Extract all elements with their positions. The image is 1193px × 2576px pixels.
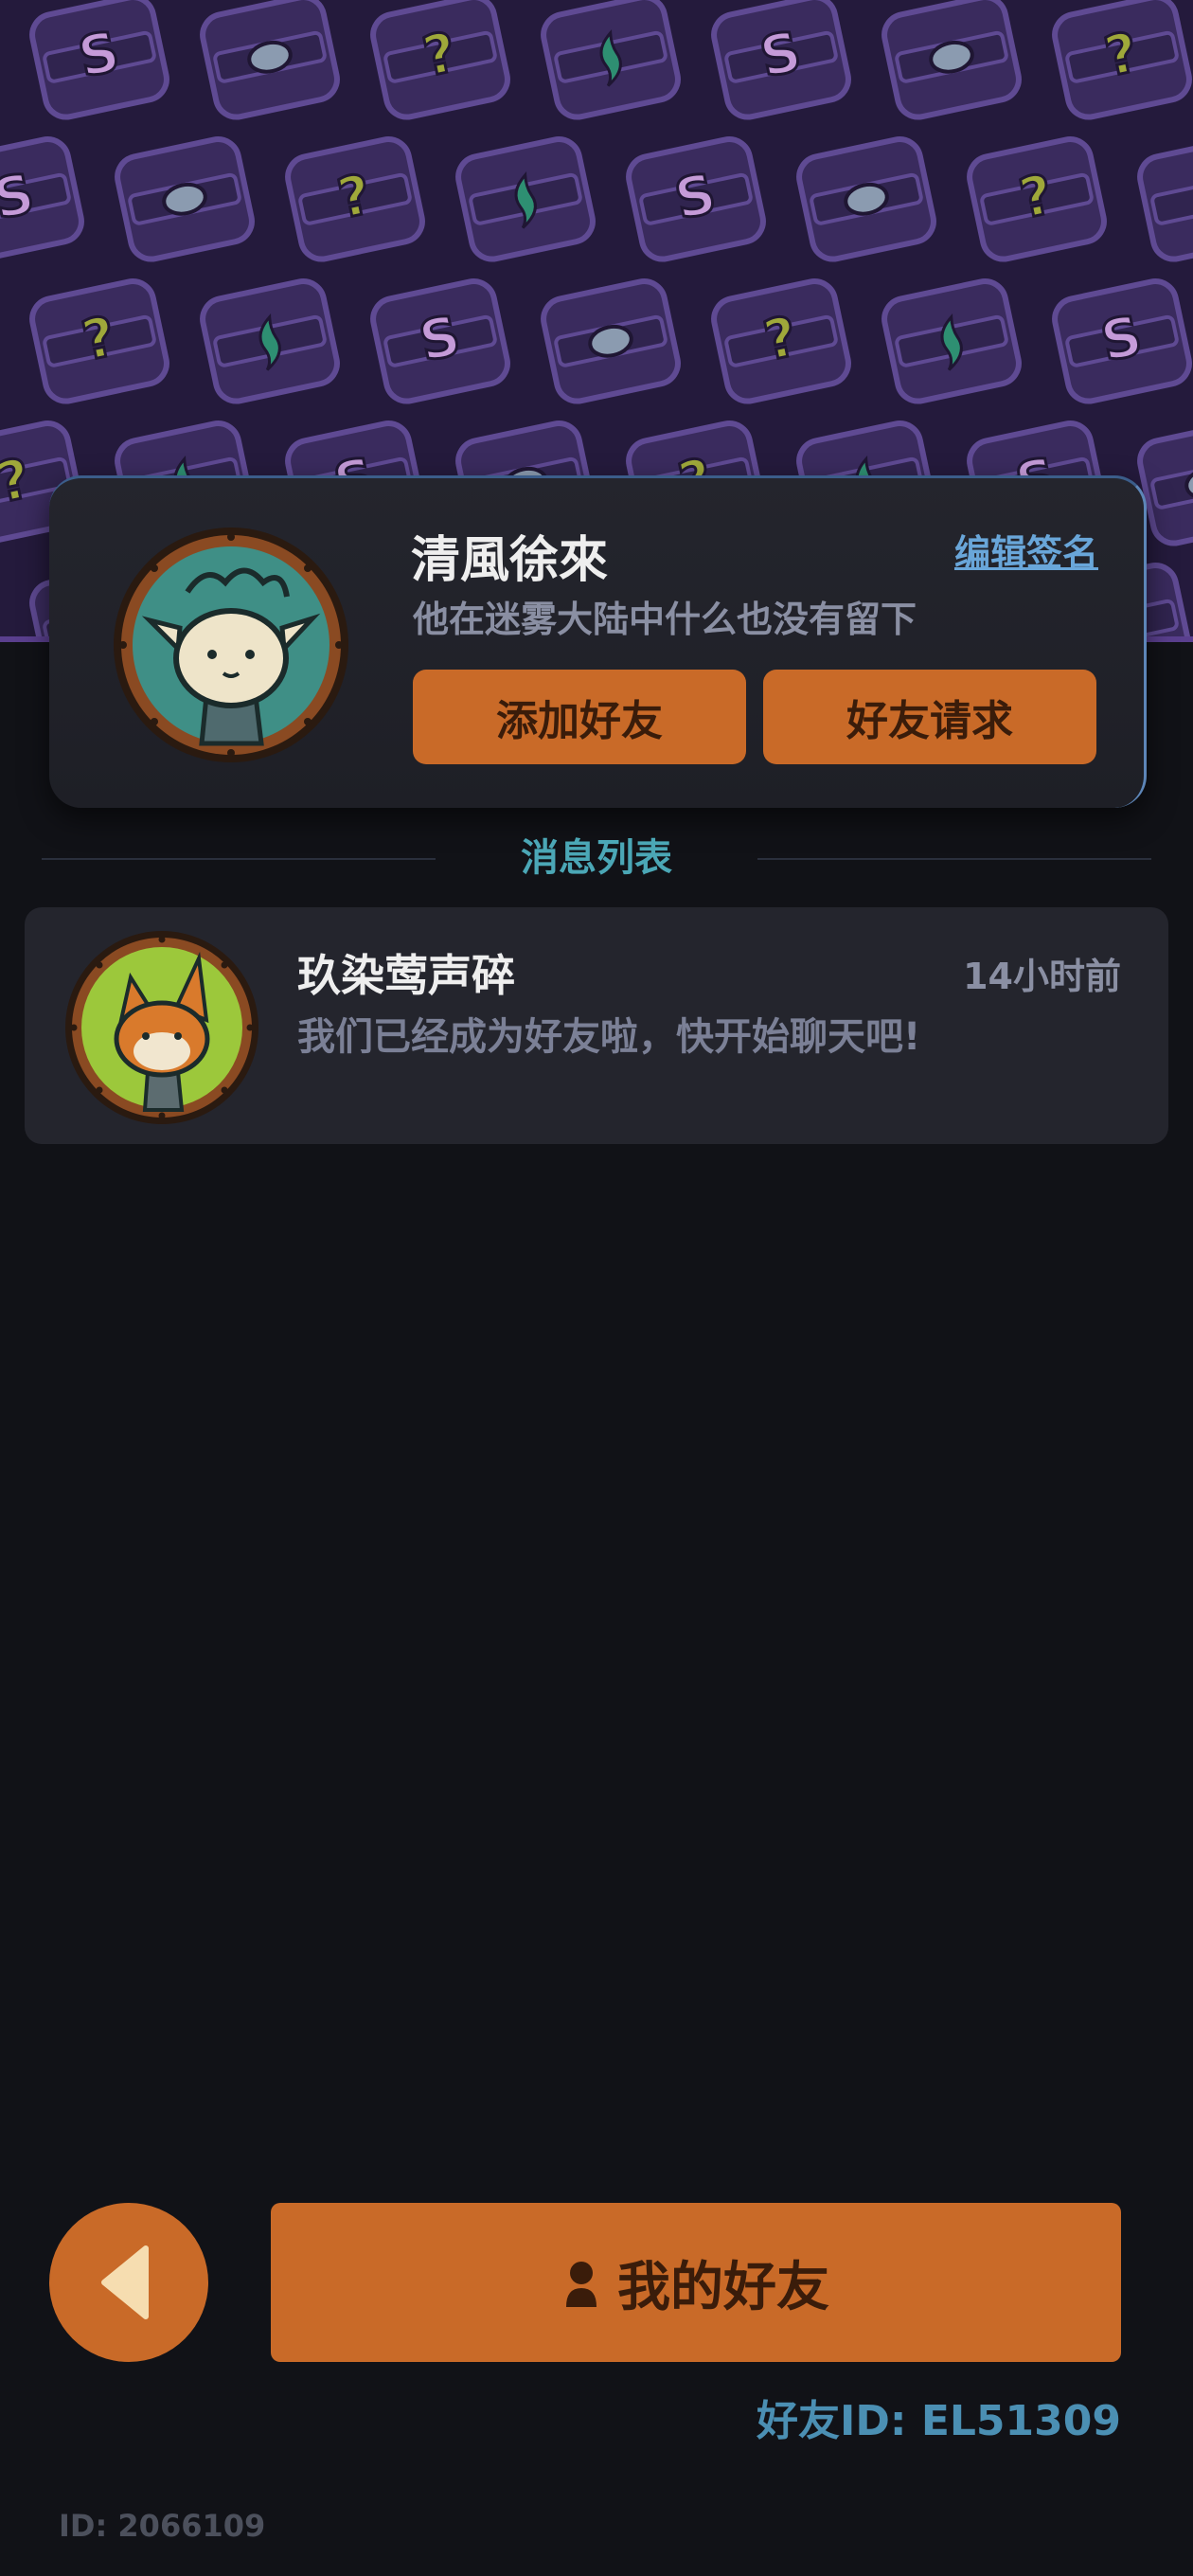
fox-avatar-image — [65, 931, 258, 1124]
chest-pattern-icon: S — [29, 0, 169, 120]
chest-pattern-icon — [881, 278, 1022, 404]
message-timestamp: 14小时前 — [963, 956, 1121, 997]
chest-pattern-icon: ? — [285, 136, 425, 262]
chest-pattern-icon — [541, 0, 681, 120]
player-id-label: ID: 2066109 — [59, 2508, 266, 2544]
profile-avatar[interactable] — [112, 526, 350, 764]
chest-pattern-icon: ? — [967, 136, 1107, 262]
chest-pattern-icon — [796, 136, 936, 262]
friend-request-button[interactable]: 好友请求 — [763, 670, 1096, 764]
profile-card: 清風徐來 编辑签名 他在迷雾大陆中什么也没有留下 添加好友 好友请求 — [49, 475, 1147, 808]
message-sender-name: 玖染莺声碎 — [297, 950, 515, 1001]
cat-avatar-image — [114, 528, 348, 762]
chest-pattern-icon: S — [0, 136, 84, 262]
chest-pattern-icon — [541, 278, 681, 404]
message-preview: 我们已经成为好友啦，快开始聊天吧! — [297, 1015, 921, 1059]
chest-pattern-icon — [881, 0, 1022, 120]
person-icon — [566, 2262, 596, 2307]
chest-pattern-icon: S — [711, 0, 851, 120]
back-button[interactable] — [49, 2203, 208, 2362]
message-list-header: 消息列表 — [42, 833, 1151, 883]
profile-name: 清風徐來 — [411, 532, 609, 589]
my-friends-button[interactable]: 我的好友 — [271, 2203, 1121, 2362]
add-friend-button[interactable]: 添加好友 — [413, 670, 746, 764]
my-friends-label: 我的好友 — [617, 2256, 829, 2318]
profile-signature: 他在迷雾大陆中什么也没有留下 — [413, 599, 917, 640]
back-arrow-icon — [101, 2245, 149, 2319]
chest-pattern-icon: S — [370, 278, 510, 404]
chest-pattern-icon — [1137, 136, 1193, 262]
message-avatar[interactable] — [64, 930, 259, 1125]
chest-pattern-icon: ? — [711, 278, 851, 404]
chest-pattern-icon — [455, 136, 596, 262]
chest-pattern-icon: ? — [370, 0, 510, 120]
chest-pattern-icon — [115, 136, 255, 262]
chest-pattern-icon — [200, 278, 340, 404]
divider-line — [757, 858, 1151, 860]
list-item[interactable]: 玖染莺声碎 14小时前 我们已经成为好友啦，快开始聊天吧! — [25, 907, 1168, 1144]
chest-pattern-icon — [200, 0, 340, 120]
friend-id-label: 好友ID: EL51309 — [757, 2397, 1121, 2445]
chest-pattern-icon: S — [626, 136, 766, 262]
edit-signature-link[interactable]: 编辑签名 — [954, 524, 1098, 576]
chest-pattern-icon: ? — [1052, 0, 1192, 120]
chest-pattern-icon: ? — [29, 278, 169, 404]
chest-pattern-icon: S — [1052, 278, 1192, 404]
